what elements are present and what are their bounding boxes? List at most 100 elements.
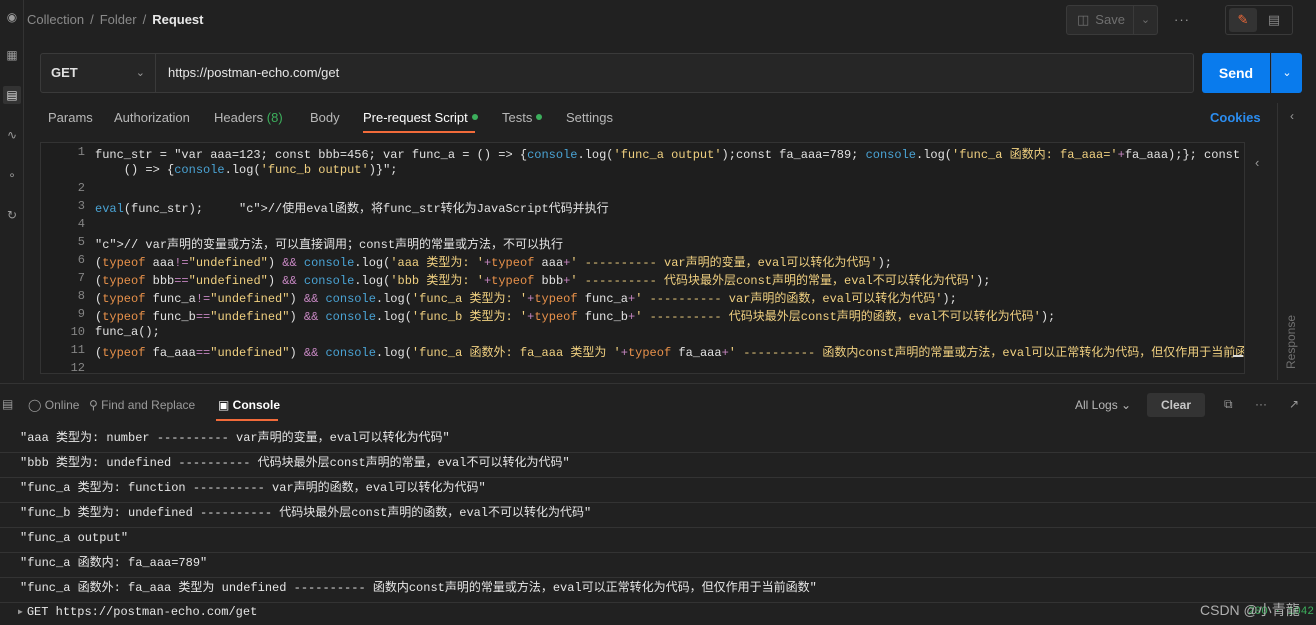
tab-pre-request-script[interactable]: Pre-request Script <box>363 110 478 125</box>
left-sidebar: ◉ ▦ ▤ ∿ ∘ ↻ <box>0 0 24 380</box>
breadcrumb-request[interactable]: Request <box>152 12 203 27</box>
active-tab-indicator <box>363 131 475 133</box>
script-editor[interactable]: 1 func_str = "var aaa=123; const bbb=456;… <box>40 142 1245 374</box>
method-select[interactable]: GET ⌄ <box>41 54 156 92</box>
save-icon: ◫ <box>1077 12 1090 27</box>
tab-params[interactable]: Params <box>48 110 93 125</box>
line-number: 9 <box>77 307 85 321</box>
code-line[interactable]: () => {console.log('func_b output')}"; <box>95 163 398 177</box>
response-side-panel[interactable]: ‹ Response <box>1277 103 1316 380</box>
postman-window: ◉ ▦ ▤ ∿ ∘ ↻ Collection / Folder / Request ◫ S… <box>0 0 1316 625</box>
tab-prescript-label: Pre-request Script <box>363 110 468 125</box>
code-line[interactable]: "c">// var声明的变量或方法，可以直接调用；const声明的常量或方法，… <box>95 235 563 252</box>
tab-headers-label: Headers <box>214 110 264 125</box>
console-log-entry[interactable]: "func_a output" <box>0 528 1316 553</box>
console-icon: ▣ <box>218 398 233 412</box>
code-line[interactable]: func_a(); <box>95 325 160 339</box>
check-circle-icon: ◯ <box>28 398 45 412</box>
chevron-down-icon: ⌄ <box>135 67 145 79</box>
cookies-link[interactable]: Cookies <box>1210 110 1261 125</box>
more-options-button[interactable]: ··· <box>1170 10 1194 30</box>
line-number: 1 <box>77 145 85 159</box>
chevron-down-icon: ⌄ <box>1140 14 1151 26</box>
url-input[interactable]: https://postman-echo.com/get <box>168 54 339 92</box>
tab-tests-label: Tests <box>502 110 533 125</box>
tab-headers[interactable]: Headers (8) <box>214 110 283 125</box>
chevron-down-icon: ⌄ <box>1121 398 1132 412</box>
save-label: Save <box>1095 12 1125 27</box>
save-options-button[interactable]: ⌄ <box>1134 5 1158 35</box>
line-number: 3 <box>77 199 85 213</box>
save-button[interactable]: ◫ Save <box>1066 5 1134 35</box>
online-label: Online <box>44 398 80 412</box>
console-log-entry[interactable]: "func_a 函数内: fa_aaa=789" <box>0 553 1316 578</box>
tab-settings[interactable]: Settings <box>566 110 613 125</box>
code-line[interactable]: func_str = "var aaa=123; const bbb=456; … <box>95 145 1244 162</box>
find-replace-tab[interactable]: ⚲ Find and Replace <box>89 398 195 412</box>
tab-authorization[interactable]: Authorization <box>114 110 190 125</box>
line-number: 7 <box>77 271 85 285</box>
request-log-row[interactable]: ▶ GET https://postman-echo.com/get <box>0 602 1316 625</box>
expand-triangle-icon[interactable]: ▶ <box>18 608 23 617</box>
sidebar-toggle-icon[interactable]: ▤ <box>2 397 13 411</box>
line-number: 12 <box>70 361 85 374</box>
breadcrumb-separator: / <box>90 12 94 27</box>
send-options-button[interactable]: ⌄ <box>1271 53 1302 93</box>
code-line[interactable]: (typeof aaa!="undefined") && console.log… <box>95 253 892 270</box>
log-level-select[interactable]: All Logs ⌄ <box>1075 398 1131 412</box>
chevron-down-icon: ⌄ <box>1282 67 1292 79</box>
monitors-icon[interactable]: ∿ <box>3 126 21 144</box>
breadcrumb-separator: / <box>142 12 147 27</box>
editor-scroll-indicator[interactable] <box>1233 355 1243 357</box>
tab-tests[interactable]: Tests <box>502 110 543 125</box>
apis-icon[interactable]: ▦ <box>3 46 21 64</box>
request-tabs: Params Authorization Headers (8) Body Pr… <box>40 103 1276 135</box>
code-line[interactable]: (typeof bbb=="undefined") && console.log… <box>95 271 990 288</box>
console-log-entry[interactable]: "func_b 类型为: undefined ---------- 代码块最外层… <box>0 503 1316 528</box>
console-log-entry[interactable]: "bbb 类型为: undefined ---------- 代码块最外层con… <box>0 453 1316 478</box>
method-label: GET <box>51 65 78 80</box>
all-logs-label: All Logs <box>1075 398 1118 412</box>
headers-count-badge: (8) <box>266 110 283 125</box>
status-dot-icon <box>471 114 478 120</box>
edit-mode-button[interactable]: ✎ <box>1229 8 1257 32</box>
online-status[interactable]: ◯ Online <box>28 398 79 412</box>
code-line[interactable]: (typeof fa_aaa=="undefined") && console.… <box>95 343 1244 360</box>
documentation-button[interactable]: ▤ <box>1260 8 1288 32</box>
environments-icon[interactable]: ▤ <box>3 86 21 104</box>
request-url-bar: GET ⌄ https://postman-echo.com/get <box>40 53 1194 93</box>
clear-console-button[interactable]: Clear <box>1147 393 1205 417</box>
line-number: 11 <box>70 343 85 357</box>
console-log-entry[interactable]: "func_a 函数外: fa_aaa 类型为 undefined ------… <box>0 578 1316 603</box>
code-line[interactable]: (typeof func_b=="undefined") && console.… <box>95 307 1055 324</box>
open-in-window-icon[interactable]: ↗ <box>1289 397 1299 411</box>
console-tab-indicator <box>216 419 278 421</box>
code-line[interactable]: (typeof func_a!="undefined") && console.… <box>95 289 957 306</box>
breadcrumb-collection[interactable]: Collection <box>27 12 84 27</box>
chevron-left-icon[interactable]: ‹ <box>1290 109 1294 123</box>
breadcrumb-folder[interactable]: Folder <box>100 12 137 27</box>
snippets-toggle-icon[interactable]: ‹ <box>1255 155 1259 170</box>
code-line[interactable]: eval(func_str); "c">//使用eval函数，将func_str… <box>95 199 609 216</box>
history-icon[interactable]: ↻ <box>3 206 21 224</box>
line-number: 2 <box>77 181 85 195</box>
send-button[interactable]: Send <box>1202 53 1270 93</box>
line-number: 8 <box>77 289 85 303</box>
watermark: CSDN @小青龍 <box>1200 602 1300 618</box>
comment-icon: ▤ <box>1267 12 1281 27</box>
pencil-icon: ✎ <box>1237 12 1249 27</box>
console-log-entry[interactable]: "func_a 类型为: function ---------- var声明的函… <box>0 478 1316 503</box>
console-log-entry[interactable]: "aaa 类型为: number ---------- var声明的变量，eva… <box>0 428 1316 453</box>
line-number: 6 <box>77 253 85 267</box>
console-tab[interactable]: ▣ Console <box>218 398 280 412</box>
breadcrumb: Collection / Folder / Request <box>27 12 204 27</box>
line-number: 5 <box>77 235 85 249</box>
find-replace-label: Find and Replace <box>101 398 196 412</box>
tab-body[interactable]: Body <box>310 110 340 125</box>
pane-divider[interactable] <box>0 383 1316 384</box>
collections-icon[interactable]: ◉ <box>3 8 21 26</box>
more-options-icon[interactable]: ··· <box>1255 397 1267 411</box>
flows-icon[interactable]: ∘ <box>3 166 21 184</box>
console-label: Console <box>232 398 281 412</box>
copy-icon[interactable]: ⧉ <box>1224 397 1233 412</box>
